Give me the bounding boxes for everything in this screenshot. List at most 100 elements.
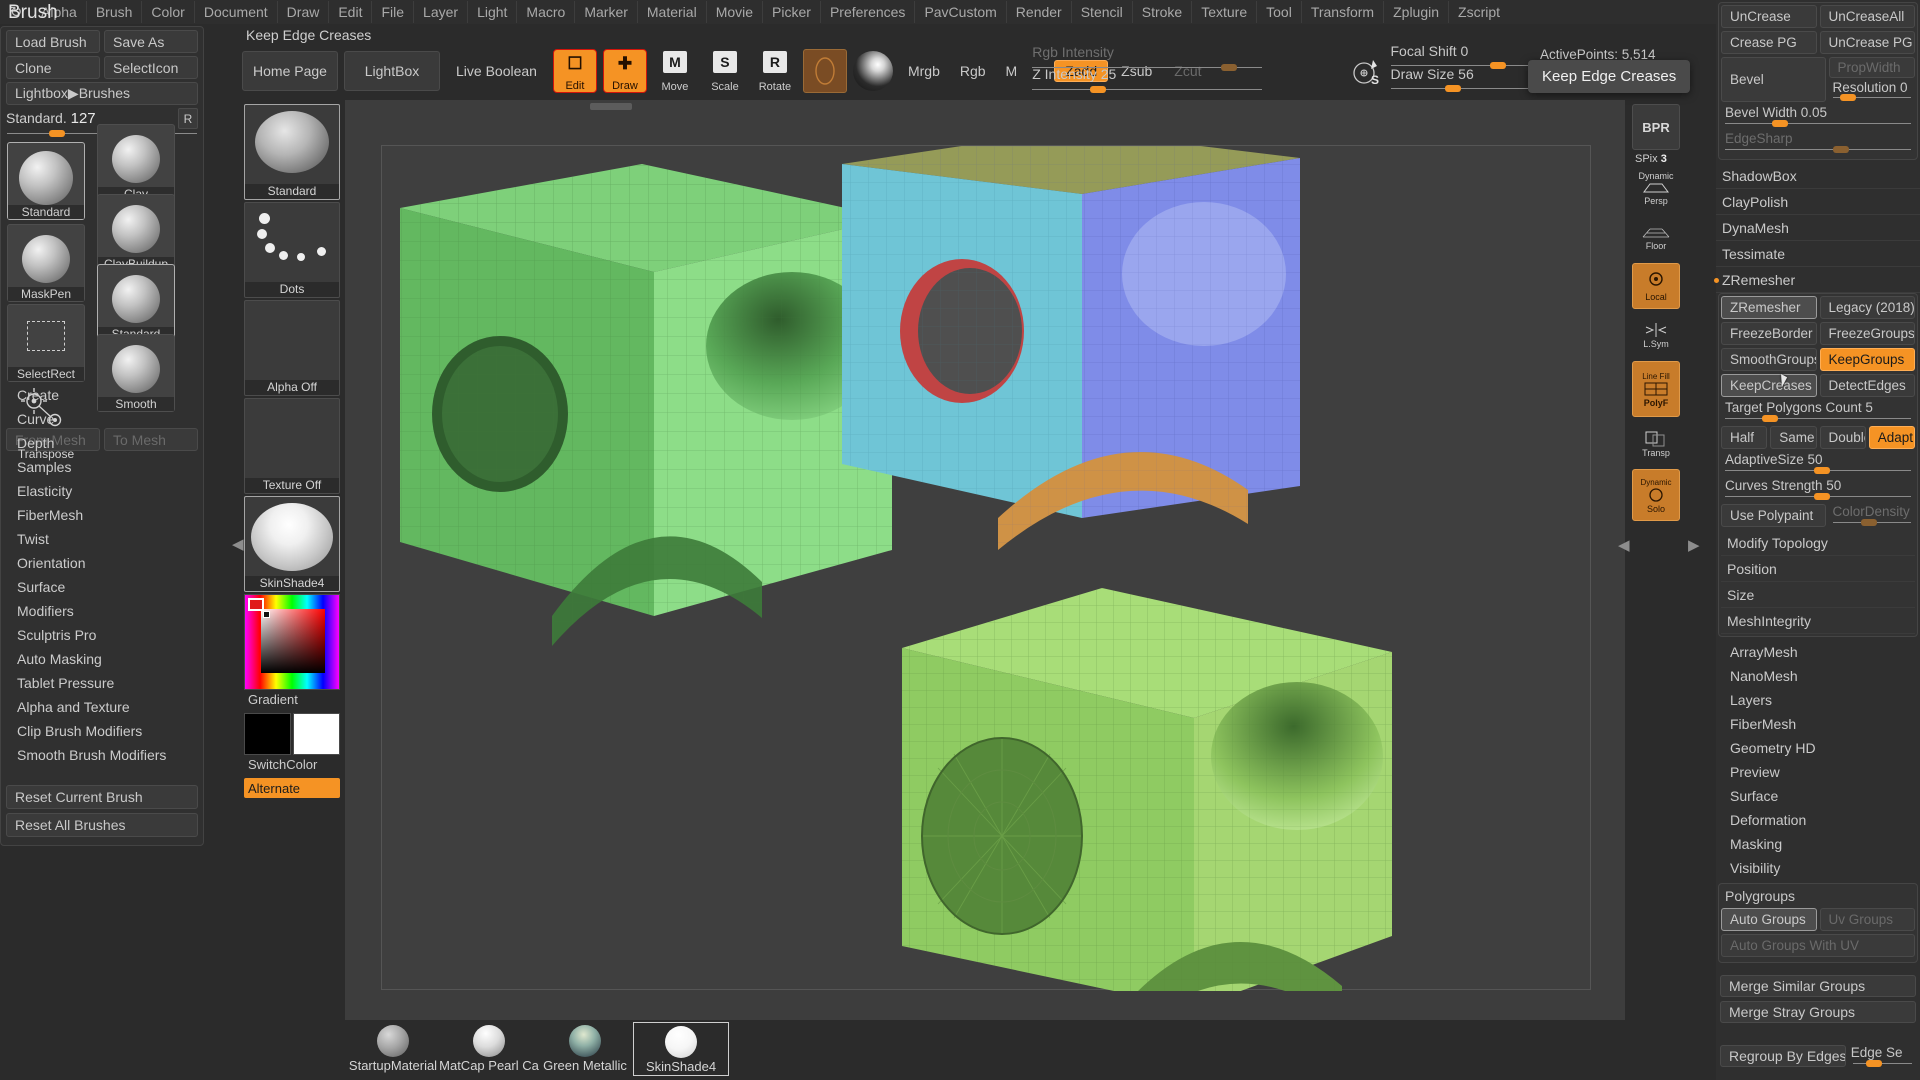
tool-item-meshintegrity[interactable]: MeshIntegrity <box>1721 608 1915 634</box>
material-item-green-metallic[interactable]: Green Metallic <box>537 1022 633 1076</box>
menu-item-material[interactable]: Material <box>636 1 706 23</box>
clone-button[interactable]: Clone <box>6 56 100 79</box>
edge-sharp-slider[interactable]: EdgeSharp <box>1721 131 1915 154</box>
menu-item-light[interactable]: Light <box>467 1 516 23</box>
select-icon-button[interactable]: SelectIcon <box>104 56 198 79</box>
alpha-preview-tile[interactable]: Alpha Off <box>244 300 340 396</box>
rgb-button[interactable]: Rgb <box>951 59 995 83</box>
merge-similar-groups-button[interactable]: Merge Similar Groups <box>1720 975 1916 997</box>
smooth-groups-button[interactable]: SmoothGroups <box>1721 348 1817 371</box>
reset-all-brushes-button[interactable]: Reset All Brushes <box>6 813 198 837</box>
texture-preview-tile[interactable]: Texture Off <box>244 398 340 494</box>
mrgb-button[interactable]: Mrgb <box>899 59 949 83</box>
edge-sensitivity-slider[interactable]: Edge Sе <box>1849 1045 1916 1068</box>
brush-thumb-maskpen[interactable]: MaskPen <box>7 224 85 302</box>
auto-groups-with-uv-button[interactable]: Auto Groups With UV <box>1721 934 1915 957</box>
tool-item-dynamesh[interactable]: DynaMesh <box>1716 215 1920 241</box>
brush-menu-item-sculptris-pro[interactable]: Sculptris Pro <box>1 623 203 647</box>
menu-item-file[interactable]: File <box>371 1 413 23</box>
keep-groups-button[interactable]: KeepGroups <box>1819 348 1915 371</box>
floor-button[interactable]: Floor <box>1632 214 1680 260</box>
tool-item-claypolish[interactable]: ClayPolish <box>1716 189 1920 215</box>
uncrease-pg-button[interactable]: UnCrease PG <box>1819 31 1915 54</box>
target-polygons-count-slider[interactable]: Target Polygons Count 5 <box>1721 400 1915 423</box>
canvas-scroll-handle[interactable] <box>590 103 632 110</box>
menu-item-transform[interactable]: Transform <box>1300 1 1383 23</box>
menu-item-brush[interactable]: Brush <box>85 1 142 23</box>
tool-item-fibermesh[interactable]: FiberMesh <box>1716 712 1920 736</box>
propwidth-button[interactable]: PropWidth <box>1828 57 1915 78</box>
zremesher-button[interactable]: ZRemesher <box>1721 296 1817 319</box>
uncrease-button[interactable]: UnCrease <box>1721 5 1817 28</box>
tool-item-size[interactable]: Size <box>1721 582 1915 608</box>
tool-item-visibility[interactable]: Visibility <box>1716 856 1920 880</box>
use-polypaint-button[interactable]: Use Polypaint <box>1721 504 1826 527</box>
spix-label[interactable]: SPix 3 <box>1632 153 1684 165</box>
legacy-2018-button[interactable]: Legacy (2018) <box>1819 296 1915 319</box>
perspective-button[interactable]: Dynamic Persp <box>1632 165 1680 211</box>
brush-menu-item-auto-masking[interactable]: Auto Masking <box>1 647 203 671</box>
double-button[interactable]: Double <box>1819 426 1866 449</box>
menu-item-macro[interactable]: Macro <box>516 1 574 23</box>
menu-item-draw[interactable]: Draw <box>276 1 329 23</box>
polyframe-button[interactable]: Line Fill PolyF <box>1632 361 1680 417</box>
tool-item-layers[interactable]: Layers <box>1716 688 1920 712</box>
color-picker[interactable] <box>244 594 340 690</box>
crease-pg-button[interactable]: Crease PG <box>1721 31 1817 54</box>
gradient-label[interactable]: Gradient <box>244 690 340 711</box>
local-button[interactable]: Local <box>1632 263 1680 309</box>
regroup-by-edges-button[interactable]: Regroup By Edges <box>1720 1045 1846 1067</box>
brush-menu-item-alpha-and-texture[interactable]: Alpha and Texture <box>1 695 203 719</box>
adapt-button[interactable]: Adapt <box>1868 426 1915 449</box>
tool-item-modify-topology[interactable]: Modify Topology <box>1721 530 1915 556</box>
left-shelf-collapse-arrow[interactable]: ◀ <box>232 535 244 553</box>
brush-thumb-claybuildup[interactable]: ClayBuildup <box>97 194 175 272</box>
tool-item-nanomesh[interactable]: NanoMesh <box>1716 664 1920 688</box>
adaptive-size-slider[interactable]: AdaptiveSize 50 <box>1721 452 1915 475</box>
curves-strength-slider[interactable]: Curves Strength 50 <box>1721 478 1915 501</box>
right-shelf-collapse-arrow[interactable]: ◀ <box>1618 536 1630 554</box>
brush-thumb-standard-1[interactable]: Standard <box>7 142 85 220</box>
brush-menu-item-smooth-brush-modifiers[interactable]: Smooth Brush Modifiers <box>1 743 203 767</box>
tool-item-tessimate[interactable]: Tessimate <box>1716 241 1920 267</box>
auto-groups-button[interactable]: Auto Groups <box>1721 908 1817 931</box>
transparency-button[interactable]: Transp <box>1632 420 1680 466</box>
menu-item-pavcustom[interactable]: PavCustom <box>914 1 1005 23</box>
edit-button[interactable]: ☐ Edit <box>552 49 597 93</box>
menu-item-zscript[interactable]: Zscript <box>1448 1 1509 23</box>
solo-button[interactable]: Dynamic Solo <box>1632 469 1680 521</box>
alternate-button[interactable]: Alternate <box>244 778 340 798</box>
half-button[interactable]: Half <box>1721 426 1768 449</box>
m-button[interactable]: M <box>997 59 1027 83</box>
brush-menu-item-curve[interactable]: Curve <box>1 407 203 431</box>
brush-draw-size-slider[interactable]: Draw Size 56 Dynamic <box>1390 66 1609 92</box>
menu-item-document[interactable]: Document <box>193 1 277 23</box>
bevel-width-slider[interactable]: Bevel Width 0.05 <box>1721 105 1915 128</box>
brush-thumb-clay[interactable]: Clay <box>97 124 175 202</box>
tool-item-surface[interactable]: Surface <box>1716 784 1920 808</box>
tool-item-arraymesh[interactable]: ArrayMesh <box>1716 640 1920 664</box>
secondary-color-swatch[interactable] <box>293 713 340 755</box>
home-page-button[interactable]: Home Page <box>242 51 338 91</box>
tool-item-geometry-hd[interactable]: Geometry HD <box>1716 736 1920 760</box>
lightbox-brushes-button[interactable]: Lightbox▶Brushes <box>6 82 198 105</box>
tool-item-zremesher[interactable]: ZRemesher <box>1714 267 1920 293</box>
switch-color-label[interactable]: SwitchColor <box>244 755 340 776</box>
move-button[interactable]: M Move <box>653 49 697 93</box>
bpr-button[interactable]: BPR <box>1632 104 1680 150</box>
canvas-viewport[interactable] <box>381 145 1591 991</box>
menu-item-layer[interactable]: Layer <box>413 1 467 23</box>
brush-menu-item-samples[interactable]: Samples <box>1 455 203 479</box>
right-shelf-expand-arrow[interactable]: ▶ <box>1688 536 1700 554</box>
tool-item-position[interactable]: Position <box>1721 556 1915 582</box>
load-brush-button[interactable]: Load Brush <box>6 30 100 53</box>
detect-edges-button[interactable]: DetectEdges <box>1819 374 1915 397</box>
stroke-preview-tile[interactable]: Dots <box>244 202 340 298</box>
merge-stray-groups-button[interactable]: Merge Stray Groups <box>1720 1001 1916 1023</box>
material-item-startupmaterial[interactable]: StartupMaterial <box>345 1022 441 1076</box>
brush-menu-item-clip-brush-modifiers[interactable]: Clip Brush Modifiers <box>1 719 203 743</box>
tool-item-shadowbox[interactable]: ShadowBox <box>1716 163 1920 189</box>
rotate-button[interactable]: R Rotate <box>753 49 797 93</box>
menu-item-marker[interactable]: Marker <box>574 1 637 23</box>
uv-groups-button[interactable]: Uv Groups <box>1819 908 1915 931</box>
